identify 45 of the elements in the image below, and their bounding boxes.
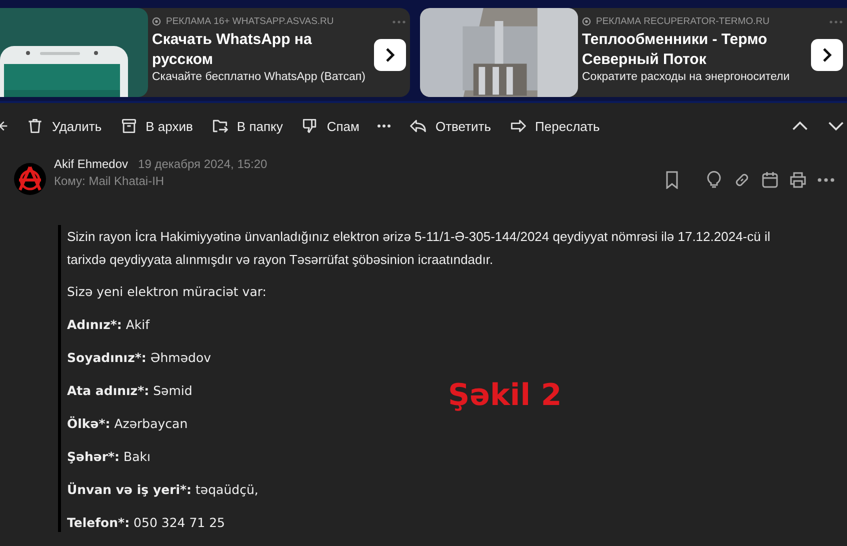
toolbar-button[interactable]: Переслать xyxy=(509,117,600,135)
chevron-right-icon xyxy=(821,48,833,62)
folder-arrow-icon xyxy=(210,117,229,135)
more-icon[interactable] xyxy=(377,124,392,128)
printer-icon[interactable] xyxy=(789,171,807,189)
avatar xyxy=(14,163,46,195)
toolbar-button[interactable]: Ответить xyxy=(409,117,492,135)
toolbar-button[interactable]: В папку xyxy=(210,117,283,135)
ad-label: РЕКЛАМА RECUPERATOR-TERMO.RU xyxy=(596,16,770,27)
message-text: Sizin rayon İcra Hakimiyyətinə ünvanladığınız elektron ərizə 5-11/1-Ə-305-144/2024 qeydiyyat nömrəsi ilə 17.12.2024-cü il tarixdə qeydiyyata alınmışdır və rayon Təsərrüfat şöbəsinion icraatındadır. xyxy=(67,228,772,269)
ad-title[interactable]: Скачать WhatsApp на русском xyxy=(152,30,322,70)
toolbar-button[interactable]: В архив xyxy=(120,117,193,135)
info-icon xyxy=(152,17,161,26)
form-field: Soyadınız*: Əhmədov xyxy=(67,349,211,367)
form-field: Ölkə*: Azərbaycan xyxy=(67,415,188,433)
chevron-right-icon xyxy=(384,48,396,62)
annotation: Şəkil 2 xyxy=(448,378,562,413)
ad-subtitle: Сократите расходы на энергоносители xyxy=(582,71,791,83)
message-date: 19 декабря 2024, 15:20 xyxy=(138,157,268,171)
lightbulb-icon[interactable] xyxy=(705,171,723,189)
open-button[interactable] xyxy=(811,39,843,71)
forward-icon xyxy=(509,117,528,135)
recipient[interactable]: Кому: Mail Khatai-IH xyxy=(54,174,268,188)
form-field: Ata adınız*: Səmid xyxy=(67,382,192,400)
info-icon xyxy=(582,17,591,26)
trash-icon xyxy=(26,117,44,135)
open-button[interactable] xyxy=(374,39,406,71)
thumbs-down-icon xyxy=(300,117,319,135)
ad-card[interactable]: РЕКЛАМА RECUPERATOR-TERMO.RU Теплообменники - Термо Северный Поток Сократите расходы на энергоносители xyxy=(420,8,847,97)
form-field: Adınız*: Akif xyxy=(67,316,150,334)
sender-name[interactable]: Akif Ehmedov xyxy=(54,157,128,171)
form-field: Telefon*: 050 324 71 25 xyxy=(67,514,226,532)
form-field: Şəhər*: Bakı xyxy=(67,448,150,466)
calendar-icon[interactable] xyxy=(761,171,779,189)
toolbar-button[interactable]: Спам xyxy=(300,117,360,135)
ad-subtitle: Скачайте бесплатно WhatsApp (Ватсап) xyxy=(152,71,366,83)
form-field: Ünvan və iş yeri*: təqaüdçü, xyxy=(67,481,258,499)
ad-title[interactable]: Теплообменники - Термо Северный Поток xyxy=(582,30,797,70)
toolbar-button[interactable]: Удалить xyxy=(26,117,102,135)
message-heading: Sizə yeni elektron müraciət var: xyxy=(67,283,266,301)
archive-icon xyxy=(120,117,138,135)
link-icon[interactable] xyxy=(733,171,751,189)
reply-icon xyxy=(409,117,428,135)
ad-label: РЕКЛАМА 16+ WHATSAPP.ASVAS.RU xyxy=(166,16,334,27)
ad-card[interactable]: РЕКЛАМА 16+ WHATSAPP.ASVAS.RU Скачать WhatsApp на русском Скачайте бесплатно WhatsApp (Ватсап) xyxy=(0,8,410,97)
